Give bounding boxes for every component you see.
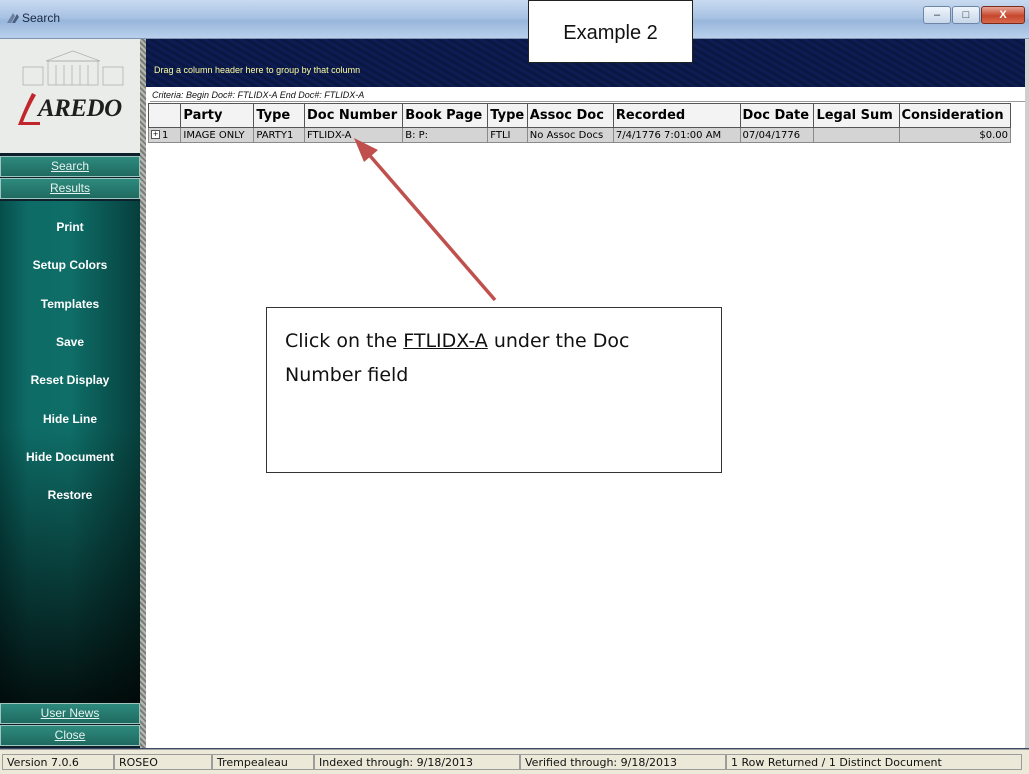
cell-doc-date[interactable]: 07/04/1776 bbox=[739, 127, 815, 143]
cell-recorded[interactable]: 7/4/1776 7:01:00 AM bbox=[612, 127, 741, 143]
close-window-button[interactable]: X bbox=[981, 6, 1025, 24]
column-header-party[interactable]: Party bbox=[180, 103, 255, 128]
note-text-before: Click on the bbox=[285, 330, 404, 352]
maximize-button[interactable]: □ bbox=[952, 6, 980, 24]
print-menu-item[interactable]: Print bbox=[0, 220, 140, 234]
cell-doc-type[interactable]: FTLI bbox=[487, 127, 528, 143]
status-county: Trempealeau bbox=[212, 754, 314, 770]
logo-area: AREDO bbox=[0, 39, 146, 153]
cell-type[interactable]: PARTY1 bbox=[253, 127, 305, 143]
column-header-doc-number[interactable]: Doc Number bbox=[303, 103, 404, 128]
results-grid: Party Type Doc Number Book Page Type Ass… bbox=[147, 103, 1012, 143]
window-controls: – □ X bbox=[923, 6, 1025, 24]
close-button[interactable]: Close bbox=[0, 725, 140, 746]
instruction-callout: Click on the FTLIDX-A under the Doc Numb… bbox=[266, 307, 722, 473]
column-header-consideration[interactable]: Consideration bbox=[898, 103, 1012, 128]
grid-header-row: Party Type Doc Number Book Page Type Ass… bbox=[147, 103, 1012, 128]
cell-doc-number[interactable]: FTLIDX-A bbox=[303, 127, 404, 143]
save-menu-item[interactable]: Save bbox=[0, 335, 140, 349]
cell-party[interactable]: IMAGE ONLY bbox=[180, 127, 255, 143]
note-doc-link: FTLIDX-A bbox=[403, 330, 488, 352]
column-header-doc-date[interactable]: Doc Date bbox=[739, 103, 815, 128]
status-user: ROSEO bbox=[114, 754, 212, 770]
hide-line-menu-item[interactable]: Hide Line bbox=[0, 412, 140, 426]
status-rows: 1 Row Returned / 1 Distinct Document bbox=[726, 754, 1022, 770]
criteria-text: Criteria: Begin Doc#: FTLIDX-A End Doc#:… bbox=[150, 88, 1025, 102]
search-nav-button[interactable]: Search bbox=[0, 156, 140, 177]
column-header-type[interactable]: Type bbox=[253, 103, 305, 128]
cell-assoc-doc[interactable]: No Assoc Docs bbox=[526, 127, 614, 143]
cell-consideration[interactable]: $0.00 bbox=[898, 127, 1012, 143]
row-indicator: +1 bbox=[147, 127, 182, 143]
column-header-doc-type[interactable]: Type bbox=[487, 103, 528, 128]
table-row[interactable]: +1 IMAGE ONLY PARTY1 FTLIDX-A B: P: FTLI… bbox=[147, 127, 1012, 143]
side-menu: Print Setup Colors Templates Save Reset … bbox=[0, 201, 140, 703]
status-bar: Version 7.0.6 ROSEO Trempealeau Indexed … bbox=[0, 749, 1029, 774]
column-header-legal-sum[interactable]: Legal Sum bbox=[813, 103, 900, 128]
example-label: Example 2 bbox=[528, 0, 693, 63]
logo-text: AREDO bbox=[38, 95, 122, 122]
group-hint: Drag a column header here to group by th… bbox=[154, 65, 361, 75]
cell-legal-sum[interactable] bbox=[813, 127, 900, 143]
status-indexed: Indexed through: 9/18/2013 bbox=[314, 754, 520, 770]
courthouse-sketch-icon bbox=[22, 50, 124, 86]
row-index: 1 bbox=[162, 129, 169, 141]
vertical-scrollbar[interactable] bbox=[1025, 39, 1029, 748]
minimize-button[interactable]: – bbox=[923, 6, 951, 24]
status-version: Version 7.0.6 bbox=[2, 754, 114, 770]
cell-book-page[interactable]: B: P: bbox=[402, 127, 489, 143]
user-news-button[interactable]: User News bbox=[0, 703, 140, 724]
column-header-recorded[interactable]: Recorded bbox=[612, 103, 741, 128]
sidebar: AREDO Search Results Print Setup Colors … bbox=[0, 39, 146, 748]
templates-menu-item[interactable]: Templates bbox=[0, 297, 140, 311]
app-icon bbox=[7, 13, 19, 23]
restore-menu-item[interactable]: Restore bbox=[0, 488, 140, 502]
column-header-book-page[interactable]: Book Page bbox=[402, 103, 489, 128]
reset-display-menu-item[interactable]: Reset Display bbox=[0, 373, 140, 387]
hide-document-menu-item[interactable]: Hide Document bbox=[0, 450, 140, 464]
status-verified: Verified through: 9/18/2013 bbox=[520, 754, 726, 770]
setup-colors-menu-item[interactable]: Setup Colors bbox=[0, 258, 140, 272]
expand-icon[interactable]: + bbox=[151, 130, 160, 139]
column-header-assoc-doc[interactable]: Assoc Doc bbox=[526, 103, 614, 128]
window-title: Search bbox=[22, 11, 61, 25]
results-nav-button[interactable]: Results bbox=[0, 178, 140, 199]
row-indicator-header bbox=[147, 103, 182, 128]
title-bar: Search – □ X bbox=[0, 0, 1029, 39]
